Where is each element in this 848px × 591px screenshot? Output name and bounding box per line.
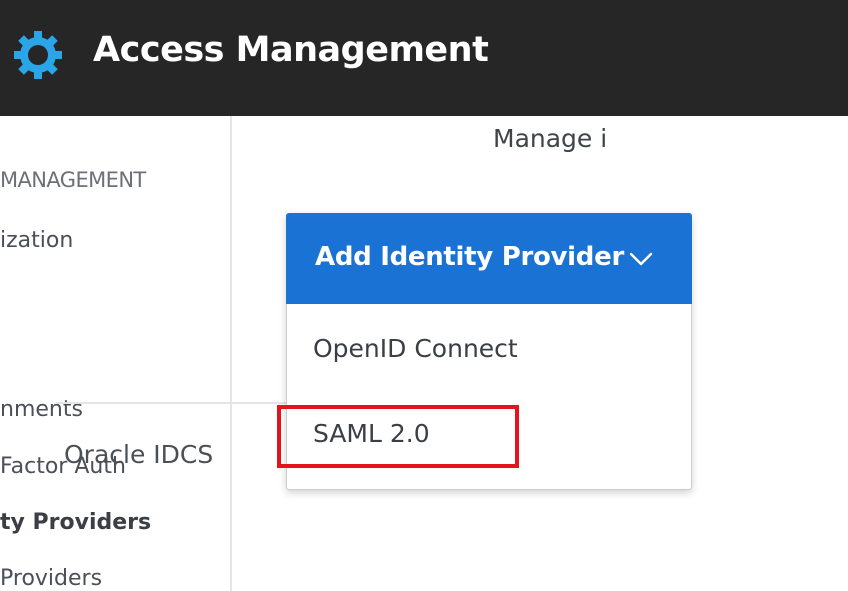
- add-identity-provider-label: Add Identity Provider: [315, 242, 624, 272]
- tab-manage[interactable]: Manage i: [493, 124, 607, 153]
- sidebar-item-identity-providers[interactable]: ty Providers: [0, 510, 151, 535]
- list-item-oracle-idcs[interactable]: Oracle IDCS: [64, 440, 213, 469]
- sidebar-item-organization[interactable]: ization: [0, 228, 73, 253]
- highlight-annotation: [277, 405, 519, 468]
- sidebar: MANAGEMENT ization nments Factor Auth ty…: [0, 116, 232, 591]
- sidebar-section-label: MANAGEMENT: [0, 168, 146, 192]
- app-title: Access Management: [93, 30, 489, 70]
- sidebar-item-environments[interactable]: nments: [0, 397, 83, 422]
- menu-item-openid-connect[interactable]: OpenID Connect: [313, 334, 518, 363]
- gear-icon[interactable]: [10, 27, 66, 83]
- chevron-down-icon: [629, 252, 653, 266]
- sidebar-item-providers[interactable]: Providers: [0, 566, 102, 591]
- add-identity-provider-button[interactable]: Add Identity Provider: [286, 213, 692, 304]
- app-header: Access Management: [0, 0, 848, 116]
